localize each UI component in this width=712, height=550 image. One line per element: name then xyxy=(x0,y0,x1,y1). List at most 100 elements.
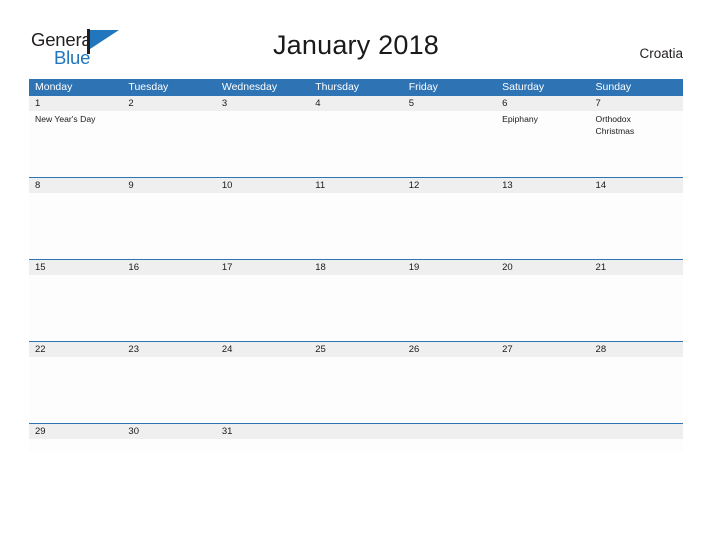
day-number-21[interactable]: 21 xyxy=(590,260,683,275)
week-date-band: 8 9 10 11 12 13 14 xyxy=(29,178,683,193)
calendar-week-row: 22 23 24 25 26 27 28 xyxy=(29,341,683,423)
day-number-22[interactable]: 22 xyxy=(29,342,122,357)
day-events-empty xyxy=(309,275,402,341)
day-number-13[interactable]: 13 xyxy=(496,178,589,193)
day-number-7[interactable]: 7 xyxy=(590,96,683,111)
day-events-empty xyxy=(590,275,683,341)
day-number-4[interactable]: 4 xyxy=(309,96,402,111)
day-events-empty xyxy=(403,193,496,259)
day-events-empty xyxy=(29,275,122,341)
week-event-band: New Year's Day Epiphany Orthodox Christmas xyxy=(29,111,683,177)
day-events-empty xyxy=(403,275,496,341)
day-events-empty xyxy=(122,111,215,177)
event-label: Epiphany xyxy=(502,114,538,124)
day-number-28[interactable]: 28 xyxy=(590,342,683,357)
day-number-11[interactable]: 11 xyxy=(309,178,402,193)
week-date-band: 29 30 31 xyxy=(29,424,683,439)
day-number-2[interactable]: 2 xyxy=(122,96,215,111)
day-events-empty xyxy=(216,275,309,341)
day-number-27[interactable]: 27 xyxy=(496,342,589,357)
day-events-empty xyxy=(496,357,589,423)
day-number-17[interactable]: 17 xyxy=(216,260,309,275)
day-number-23[interactable]: 23 xyxy=(122,342,215,357)
calendar-week-row: 29 30 31 xyxy=(29,423,683,453)
weekday-header-tuesday: Tuesday xyxy=(128,81,169,93)
calendar-week-row: 15 16 17 18 19 20 21 xyxy=(29,259,683,341)
day-number-26[interactable]: 26 xyxy=(403,342,496,357)
page-title: January 2018 xyxy=(272,30,440,60)
day-events-empty xyxy=(309,357,402,423)
event-label: Christmas xyxy=(595,125,635,136)
day-events-empty xyxy=(216,357,309,423)
day-number-14[interactable]: 14 xyxy=(590,178,683,193)
day-events-empty xyxy=(403,357,496,423)
day-events-empty xyxy=(590,357,683,423)
day-number-empty xyxy=(309,424,402,439)
day-number-10[interactable]: 10 xyxy=(216,178,309,193)
day-events-empty xyxy=(216,439,309,453)
week-event-band xyxy=(29,193,683,259)
week-event-band xyxy=(29,439,683,453)
day-events-empty xyxy=(29,439,122,453)
day-number-18[interactable]: 18 xyxy=(309,260,402,275)
week-event-band xyxy=(29,275,683,341)
weekday-header-wednesday: Wednesday xyxy=(221,81,278,93)
day-events-empty xyxy=(496,193,589,259)
day-events-empty xyxy=(590,193,683,259)
day-events-empty xyxy=(29,193,122,259)
day-number-20[interactable]: 20 xyxy=(496,260,589,275)
day-events-empty xyxy=(122,193,215,259)
weekday-header-saturday: Saturday xyxy=(502,81,545,93)
calendar-page: General Blue January 2018 Croatia Monday… xyxy=(0,0,712,550)
day-events-1: New Year's Day xyxy=(29,111,122,177)
day-number-6[interactable]: 6 xyxy=(496,96,589,111)
day-events-empty xyxy=(216,111,309,177)
day-events-empty xyxy=(309,111,402,177)
week-event-band xyxy=(29,357,683,423)
day-number-8[interactable]: 8 xyxy=(29,178,122,193)
weekday-header-monday: Monday xyxy=(35,81,73,93)
day-events-7: Orthodox Christmas xyxy=(590,111,683,177)
day-number-15[interactable]: 15 xyxy=(29,260,122,275)
week-date-band: 15 16 17 18 19 20 21 xyxy=(29,260,683,275)
day-events-empty xyxy=(122,357,215,423)
day-events-empty xyxy=(590,439,683,453)
day-number-empty xyxy=(403,424,496,439)
country-label: Croatia xyxy=(639,46,683,61)
day-number-29[interactable]: 29 xyxy=(29,424,122,439)
weekday-header-friday: Friday xyxy=(408,81,438,93)
day-number-1[interactable]: 1 xyxy=(29,96,122,111)
day-events-empty xyxy=(309,193,402,259)
day-events-empty xyxy=(496,439,589,453)
day-number-12[interactable]: 12 xyxy=(403,178,496,193)
calendar-body: 1 2 3 4 5 6 7 New Year's Day Epiphany Orthodox Chr… xyxy=(29,96,683,453)
day-events-empty xyxy=(29,357,122,423)
calendar-grid: Monday Tuesday Wednesday Thursday Friday Satu… xyxy=(29,79,683,453)
day-number-9[interactable]: 9 xyxy=(122,178,215,193)
day-events-empty xyxy=(122,439,215,453)
weekday-header-sunday: Sunday xyxy=(595,81,632,93)
day-number-24[interactable]: 24 xyxy=(216,342,309,357)
day-number-16[interactable]: 16 xyxy=(122,260,215,275)
day-events-empty xyxy=(122,275,215,341)
week-date-band: 1234567 xyxy=(29,96,683,111)
day-events-6: Epiphany xyxy=(496,111,589,177)
calendar-week-row: 8 9 10 11 12 13 14 xyxy=(29,177,683,259)
page-header: General Blue January 2018 Croatia xyxy=(0,0,712,78)
day-number-25[interactable]: 25 xyxy=(309,342,402,357)
day-number-empty xyxy=(590,424,683,439)
day-number-3[interactable]: 3 xyxy=(216,96,309,111)
weekday-header-thursday: Thursday xyxy=(315,81,360,93)
day-events-empty xyxy=(403,111,496,177)
day-number-30[interactable]: 30 xyxy=(122,424,215,439)
day-events-empty xyxy=(216,193,309,259)
day-number-19[interactable]: 19 xyxy=(403,260,496,275)
event-label: Orthodox xyxy=(595,114,631,124)
day-number-5[interactable]: 5 xyxy=(403,96,496,111)
day-number-31[interactable]: 31 xyxy=(216,424,309,439)
day-events-empty xyxy=(309,439,402,453)
weekday-header-row: Monday Tuesday Wednesday Thursday Friday Satu… xyxy=(29,79,683,96)
calendar-week-row: 1 2 3 4 5 6 7 New Year's Day Epiphany Orthodox Chr… xyxy=(29,96,683,177)
day-events-empty xyxy=(403,439,496,453)
day-events-empty xyxy=(496,275,589,341)
